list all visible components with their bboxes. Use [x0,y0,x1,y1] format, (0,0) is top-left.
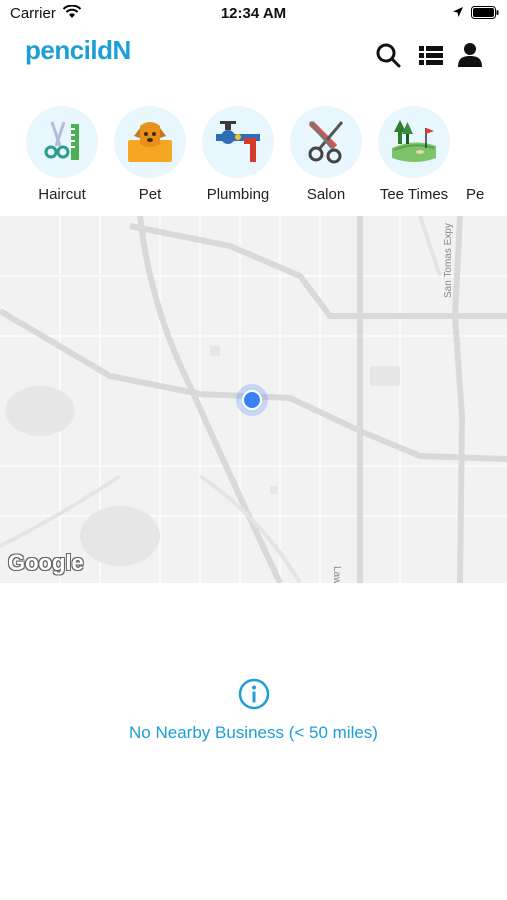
category-partial[interactable]: Pe [458,106,498,203]
salon-icon [308,120,344,164]
battery-icon [471,6,499,19]
app-header: pencildN [0,28,507,80]
category-plumbing[interactable]: Plumbing [194,106,282,203]
plumbing-icon [216,121,260,162]
map-view[interactable]: Lawrence Expy San Tomas Expy Google [0,216,507,583]
profile-icon[interactable] [457,42,483,68]
google-logo[interactable]: Google [8,550,84,576]
category-label: Salon [306,186,346,203]
pet-icon [128,122,172,162]
category-haircut[interactable]: Haircut [18,106,106,203]
clock: 12:34 AM [220,5,287,22]
category-pet[interactable]: Pet [106,106,194,203]
empty-state: No Nearby Business (< 50 miles) [0,678,507,743]
info-icon [238,678,269,710]
road-label-lawrence: Lawrence Expy [331,566,342,583]
category-tee-times[interactable]: Tee Times [370,106,458,203]
status-bar: Carrier 12:34 AM [0,0,507,28]
golf-icon [392,120,436,162]
location-arrow-icon [453,7,463,17]
category-carousel[interactable]: Haircut Pet Plumbing Salon Tee Times Pe [0,100,507,210]
brand-logo[interactable]: pencildN [25,35,131,66]
category-label: Pet [138,186,162,203]
current-location-marker[interactable] [242,390,262,410]
category-label: Plumbing [206,186,270,203]
haircut-icon [44,121,79,160]
search-icon[interactable] [375,42,401,68]
category-label: Haircut [38,186,86,203]
list-icon[interactable] [418,42,444,68]
category-salon[interactable]: Salon [282,106,370,203]
category-label: Tee Times [379,186,449,203]
category-label: Pe [466,186,485,203]
no-business-message: No Nearby Business (< 50 miles) [129,723,378,742]
road-label-san-tomas: San Tomas Expy [443,223,454,298]
